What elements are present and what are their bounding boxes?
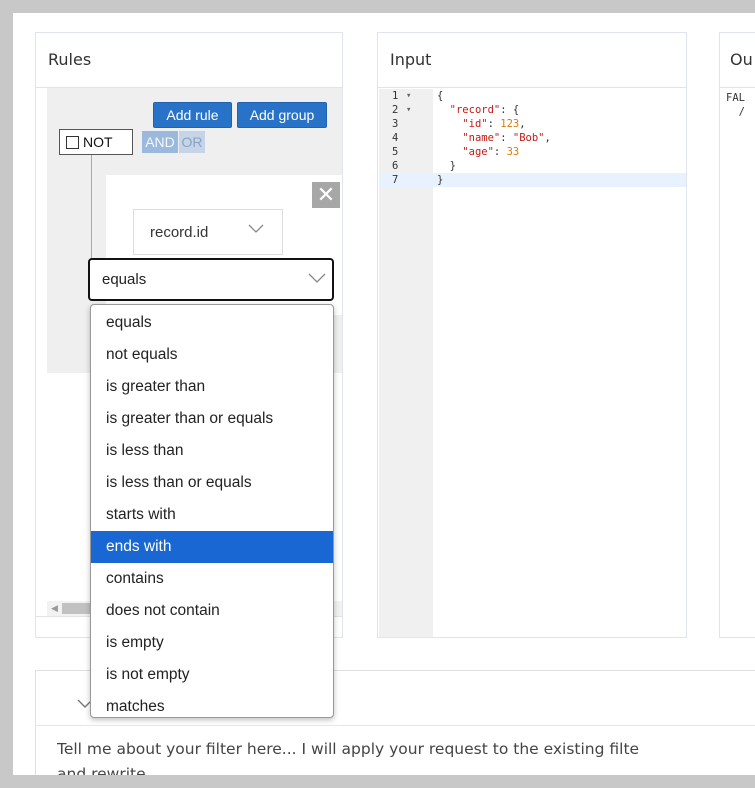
operator-option[interactable]: does not contain xyxy=(91,595,333,627)
input-panel: Input 1 ▾{2 ▾ "record": {3 "id": 123, 4 "na… xyxy=(377,32,687,638)
code-text: "record": { xyxy=(449,104,520,116)
not-checkbox[interactable] xyxy=(66,135,79,149)
line-number: 6 xyxy=(392,160,399,172)
operator-option[interactable]: ends with xyxy=(91,531,333,563)
code-text: } xyxy=(437,160,456,172)
add-group-button[interactable]: Add group xyxy=(237,102,327,128)
line-number: 7 xyxy=(392,174,399,186)
editor-line[interactable]: 1 ▾ { xyxy=(379,89,686,103)
output-panel: Ou FAL / xyxy=(719,32,755,638)
tree-connector xyxy=(91,155,92,263)
rules-panel-title: Rules xyxy=(36,33,342,88)
not-toggle[interactable]: NOT xyxy=(59,129,133,155)
operator-option[interactable]: is less than or equals xyxy=(91,467,333,499)
operator-option[interactable]: is less than xyxy=(91,435,333,467)
operator-option[interactable]: is greater than xyxy=(91,371,333,403)
remove-rule-button[interactable]: ✕ xyxy=(312,182,340,208)
chevron-down-icon xyxy=(248,224,264,233)
code-text: { xyxy=(437,90,444,102)
editor-line[interactable]: 7} xyxy=(379,173,686,187)
and-conjunction-button[interactable]: AND xyxy=(142,131,178,153)
json-editor[interactable]: 1 ▾{2 ▾ "record": {3 "id": 123, 4 "name": "… xyxy=(379,89,686,637)
not-label: NOT xyxy=(83,134,113,150)
line-number: 5 xyxy=(392,146,399,158)
assistant-prompt-input[interactable]: Tell me about your filter here... I will… xyxy=(57,740,755,758)
operator-dropdown-list: equals not equals is greater than is greate… xyxy=(90,304,334,718)
or-conjunction-button[interactable]: OR xyxy=(179,131,205,153)
output-panel-title: Ou xyxy=(720,33,755,88)
assistant-divider xyxy=(35,725,755,726)
editor-line[interactable]: 5 "age": 33 xyxy=(379,145,686,159)
operator-option[interactable]: matches xyxy=(91,691,333,723)
operator-option[interactable]: equals xyxy=(91,307,333,339)
add-rule-button[interactable]: Add rule xyxy=(153,102,232,128)
operator-option[interactable]: is greater than or equals xyxy=(91,403,333,435)
line-number: 2 xyxy=(392,104,399,116)
fold-toggle-icon[interactable]: ▾ xyxy=(406,89,411,103)
operator-option[interactable]: is not empty xyxy=(91,659,333,691)
code-text: "id": 123, xyxy=(462,118,526,130)
assistant-prompt-continuation[interactable]: and rewrite xyxy=(57,765,257,775)
code-text: } xyxy=(437,174,444,186)
operator-select[interactable]: equals xyxy=(88,258,334,301)
output-line-1: FAL xyxy=(726,92,745,104)
field-select[interactable]: record.id xyxy=(133,209,283,255)
assistant-panel-side xyxy=(35,670,36,775)
code-text: "age": 33 xyxy=(462,146,520,158)
operator-option[interactable]: contains xyxy=(91,563,333,595)
editor-line[interactable]: 4 "name": "Bob", xyxy=(379,131,686,145)
field-select-value: record.id xyxy=(150,223,209,241)
line-number: 3 xyxy=(392,118,399,130)
editor-line[interactable]: 3 "id": 123, xyxy=(379,117,686,131)
input-panel-title: Input xyxy=(378,33,686,88)
editor-line[interactable]: 6 } xyxy=(379,159,686,173)
code-text: "name": "Bob", xyxy=(462,132,551,144)
fold-toggle-icon[interactable]: ▾ xyxy=(406,103,411,117)
output-text: FAL / xyxy=(726,91,745,119)
operator-option[interactable]: starts with xyxy=(91,499,333,531)
close-icon: ✕ xyxy=(316,182,336,207)
operator-select-value: equals xyxy=(102,271,147,288)
scroll-left-icon[interactable]: ◀ xyxy=(51,603,58,614)
operator-option[interactable]: not equals xyxy=(91,339,333,371)
chevron-down-icon xyxy=(308,273,326,283)
line-number: 4 xyxy=(392,132,399,144)
editor-line[interactable]: 2 ▾ "record": { xyxy=(379,103,686,117)
line-number: 1 xyxy=(392,90,399,102)
output-line-2: / xyxy=(726,106,745,118)
operator-option[interactable]: is empty xyxy=(91,627,333,659)
